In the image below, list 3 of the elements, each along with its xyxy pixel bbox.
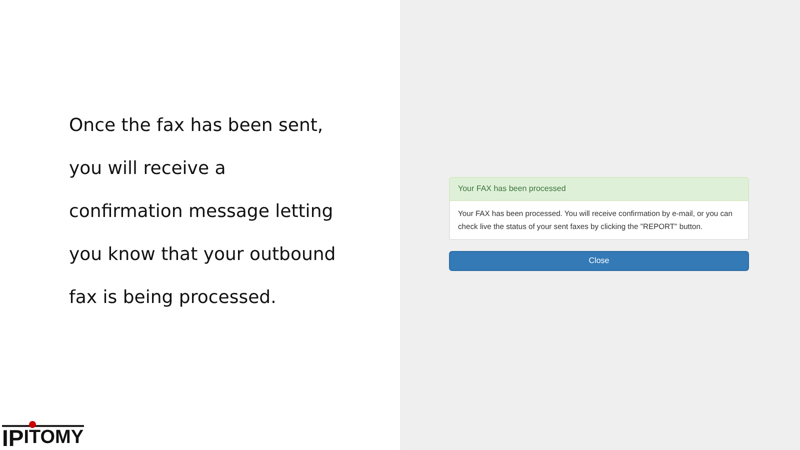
panel-heading: Your FAX has been processed — [449, 177, 749, 201]
close-button[interactable]: Close — [449, 251, 749, 271]
slide-text: Once the fax has been sent, you will receive a confirmation message letting you know that your outbound fax is being processed. — [69, 114, 337, 310]
